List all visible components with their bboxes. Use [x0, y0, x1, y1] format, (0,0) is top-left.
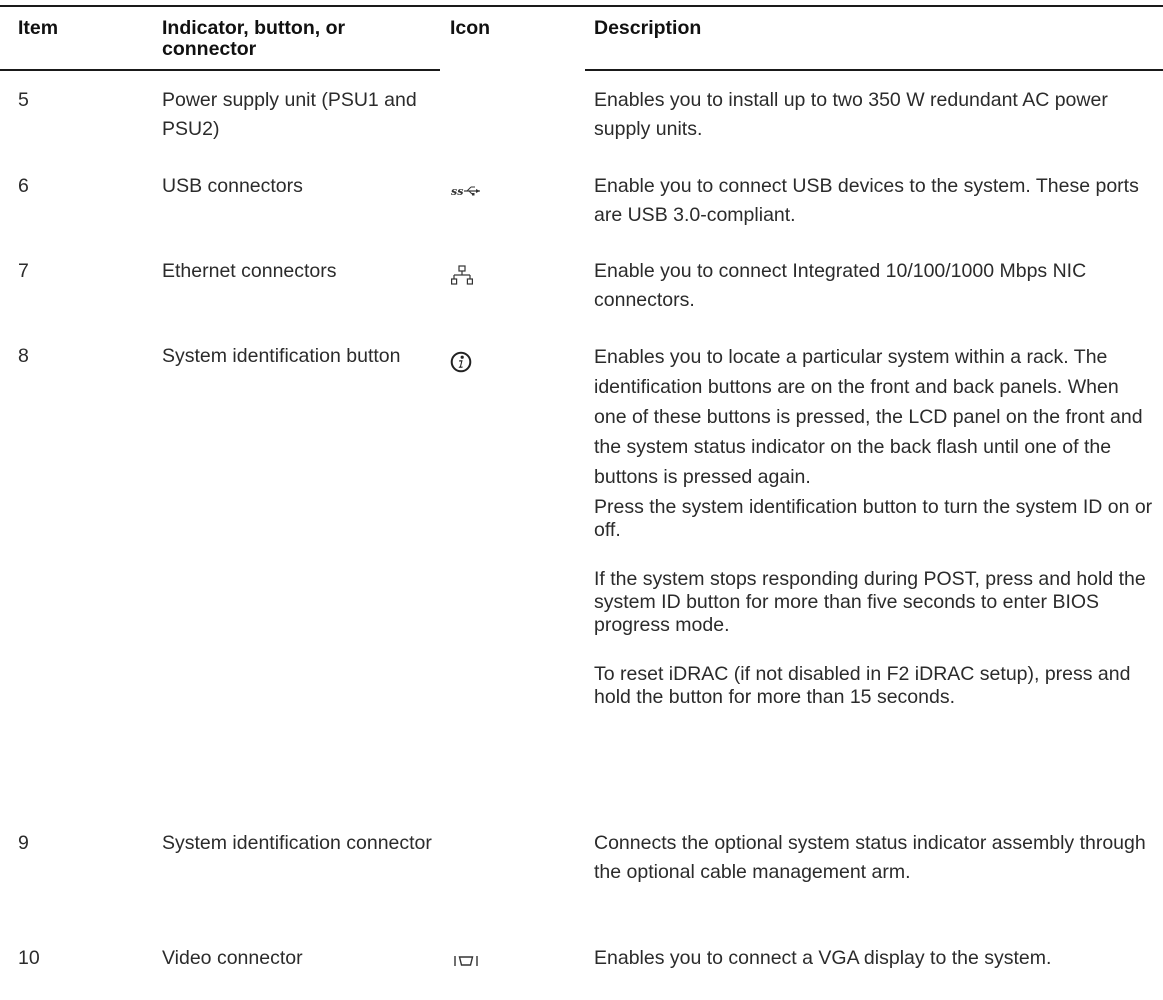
row-description: Enable you to connect USB devices to the…: [594, 172, 1154, 230]
header-description: Description: [594, 17, 702, 39]
row-item-number: 6: [18, 175, 29, 197]
row-indicator: USB connectors: [162, 175, 303, 197]
row-item-number: 9: [18, 832, 29, 854]
usb-superspeed-icon: ss: [451, 184, 481, 198]
header-rule-left: [0, 69, 440, 71]
row-indicator: System identification button: [162, 345, 401, 367]
header-item: Item: [18, 17, 59, 39]
row-description: Connects the optional system status indi…: [594, 829, 1154, 887]
row-item-number: 7: [18, 260, 29, 282]
info-icon: [450, 351, 472, 373]
description-paragraph: Enable you to connect Integrated 10/100/…: [594, 260, 1087, 311]
row-description: Enables you to connect a VGA display to …: [594, 944, 1154, 973]
row-indicator: System identification connector: [162, 832, 432, 854]
description-paragraph: To reset iDRAC (if not disabled in F2 iD…: [594, 663, 1131, 708]
row-item-number: 5: [18, 89, 29, 111]
description-paragraph: If the system stops responding during PO…: [594, 568, 1146, 636]
description-paragraph: Enables you to install up to two 350 W r…: [594, 89, 1108, 140]
row-indicator: Power supply unit (PSU1 and PSU2): [162, 89, 417, 140]
description-paragraph: Connects the optional system status indi…: [594, 832, 1146, 883]
header-indicator: Indicator, button, or connector: [162, 17, 346, 60]
row-description: Enables you to locate a particular syste…: [594, 342, 1154, 709]
header-rule-right: [585, 69, 1163, 71]
row-item-number: 10: [18, 947, 40, 969]
description-paragraph: Enable you to connect USB devices to the…: [594, 175, 1139, 226]
svg-text:ss: ss: [451, 185, 463, 198]
row-item-number: 8: [18, 345, 29, 367]
description-paragraph: Press the system identification button t…: [594, 496, 1153, 541]
spec-table: Item Indicator, button, or connector Ico…: [0, 0, 1163, 1000]
header-icon: Icon: [450, 17, 491, 39]
row-indicator: Ethernet connectors: [162, 260, 337, 282]
description-paragraph: Enables you to locate a particular syste…: [594, 346, 1143, 488]
description-paragraph: Enables you to connect a VGA display to …: [594, 947, 1052, 969]
row-description: Enables you to install up to two 350 W r…: [594, 86, 1154, 144]
network-icon: [451, 265, 473, 287]
row-description: Enable you to connect Integrated 10/100/…: [594, 257, 1154, 315]
table-top-rule: [0, 5, 1163, 7]
vga-port-icon: [453, 954, 479, 968]
row-indicator: Video connector: [162, 947, 303, 969]
